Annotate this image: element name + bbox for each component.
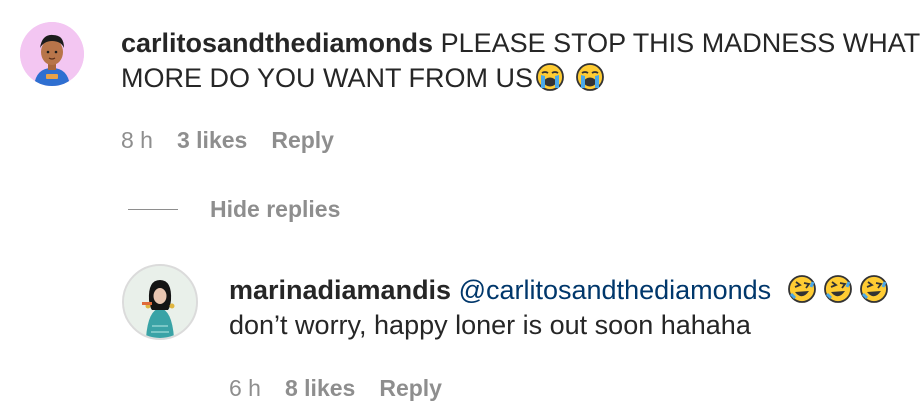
comment-time[interactable]: 8 h bbox=[121, 127, 153, 154]
hide-replies-button[interactable]: Hide replies bbox=[128, 196, 340, 223]
divider-line bbox=[128, 209, 178, 210]
comment: carlitosandthediamonds PLEASE STOP THIS … bbox=[0, 0, 922, 170]
mention-link[interactable]: @carlitosandthediamonds bbox=[459, 275, 772, 305]
reply-likes[interactable]: 8 likes bbox=[285, 375, 355, 402]
avatar[interactable] bbox=[20, 22, 84, 86]
comment-body-line1: PLEASE STOP THIS MADNESS WHAT bbox=[440, 28, 921, 58]
comment-likes[interactable]: 3 likes bbox=[177, 127, 247, 154]
loudly-crying-face-icon bbox=[575, 62, 605, 92]
avatar[interactable] bbox=[122, 264, 198, 340]
hide-replies-label: Hide replies bbox=[210, 196, 341, 222]
reply-button[interactable]: Reply bbox=[379, 375, 442, 402]
comment-body-line2: MORE DO YOU WANT FROM US bbox=[121, 63, 534, 93]
rolling-on-floor-laughing-icon bbox=[787, 274, 817, 304]
reply-text: marinadiamandis @carlitosandthediamonds bbox=[229, 273, 889, 343]
loudly-crying-face-icon bbox=[535, 62, 565, 92]
rolling-on-floor-laughing-icon bbox=[823, 274, 853, 304]
reply-username[interactable]: marinadiamandis bbox=[229, 275, 451, 305]
comment-username[interactable]: carlitosandthediamonds bbox=[121, 28, 433, 58]
reply-comment: marinadiamandis @carlitosandthediamonds bbox=[0, 250, 922, 418]
comment-text: carlitosandthediamonds PLEASE STOP THIS … bbox=[121, 26, 920, 96]
reply-meta: 6 h 8 likes Reply bbox=[229, 375, 442, 402]
reply-button[interactable]: Reply bbox=[271, 127, 334, 154]
comment-meta: 8 h 3 likes Reply bbox=[121, 127, 334, 154]
reply-time[interactable]: 6 h bbox=[229, 375, 261, 402]
rolling-on-floor-laughing-icon bbox=[859, 274, 889, 304]
reply-body-line2: don’t worry, happy loner is out soon hah… bbox=[229, 310, 751, 340]
